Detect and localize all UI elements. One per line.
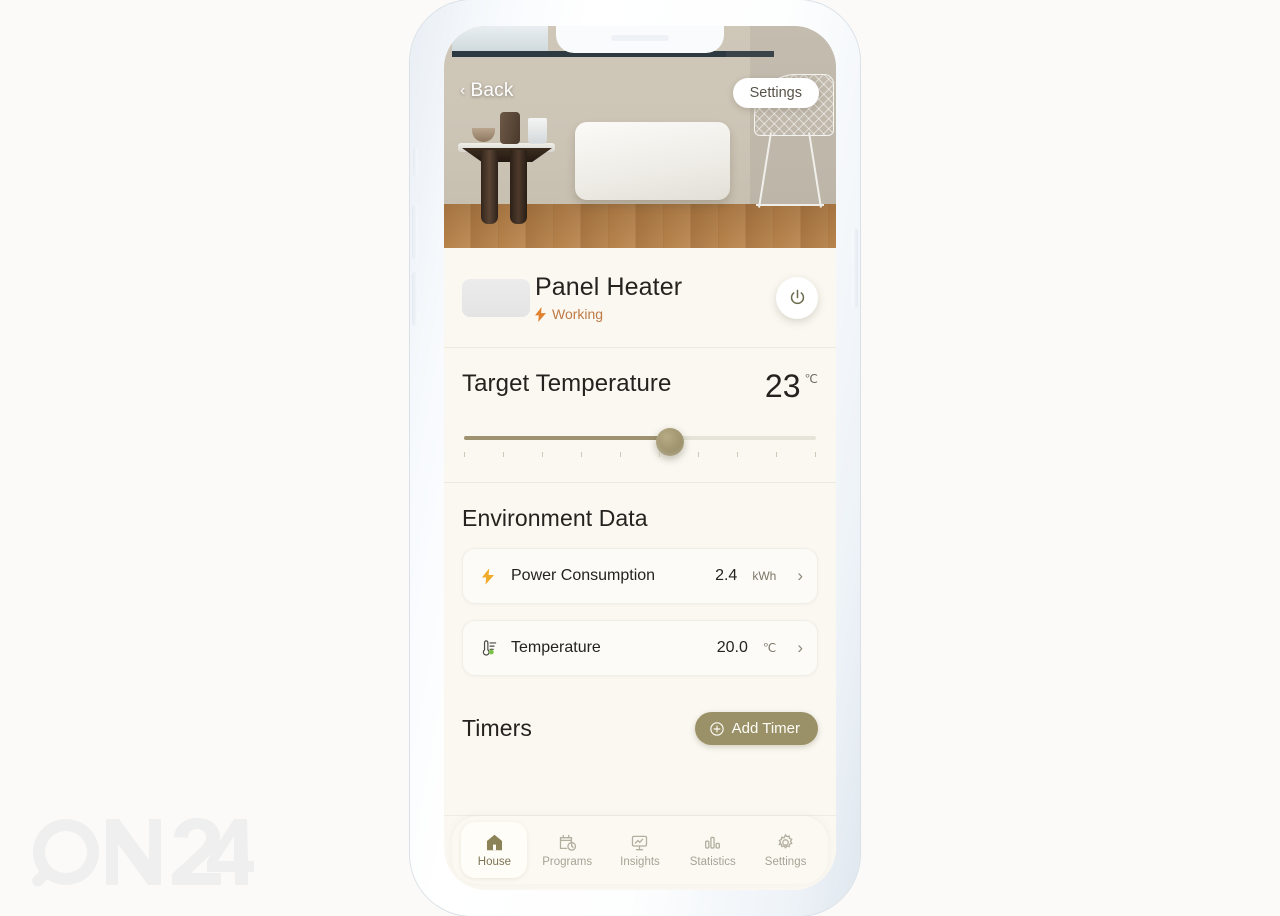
back-button-label: Back [470, 80, 514, 101]
bolt-icon [477, 567, 499, 585]
chair-leg-left [758, 132, 772, 208]
page-title: Panel Heater [535, 273, 683, 301]
room-window [452, 26, 548, 52]
add-timer-button[interactable]: Add Timer [694, 712, 818, 745]
tab-label: House [477, 856, 512, 868]
slider-tick [737, 452, 738, 457]
bottom-tab-bar: House Programs Insights Statistics Setti… [452, 816, 828, 884]
phone-mockup: ‹ Back Settings Panel Heater Working Tar… [410, 0, 860, 916]
slider-tick [542, 452, 543, 457]
tab-insights[interactable]: Insights [607, 822, 673, 878]
volume-down-button[interactable] [412, 272, 418, 326]
bolt-icon [535, 306, 546, 322]
target-temperature-readout: 23 ℃ [765, 370, 818, 402]
env-card-temperature[interactable]: Temperature 20.0 ℃ › [462, 620, 818, 676]
slider-tick [659, 452, 660, 457]
env-card-value: 2.4 [715, 567, 738, 584]
add-timer-label: Add Timer [731, 720, 800, 737]
tab-settings[interactable]: Settings [753, 822, 819, 878]
room-window-frame-right [726, 51, 774, 57]
back-button[interactable]: ‹ Back [460, 80, 514, 102]
tab-label: Programs [542, 856, 593, 868]
decor-vase [500, 112, 520, 144]
slider-tick [581, 452, 582, 457]
slider-tick [464, 452, 465, 457]
chevron-right-icon: › [797, 566, 803, 585]
silent-switch[interactable] [413, 148, 418, 176]
presentation-chart-icon [632, 835, 648, 851]
env-card-label: Temperature [511, 639, 601, 656]
env-card-power-consumption[interactable]: Power Consumption 2.4 kWh › [462, 548, 818, 604]
slider-tick [776, 452, 777, 457]
target-temperature-header: Target Temperature 23 ℃ [462, 370, 818, 402]
chevron-left-icon: ‹ [460, 82, 466, 99]
env-card-value: 20.0 [716, 639, 748, 656]
bar-chart-icon [705, 836, 721, 849]
environment-data-section: Environment Data Power Consumption 2.4 k… [444, 483, 836, 682]
slider-tick [620, 452, 621, 457]
timers-title: Timers [462, 715, 533, 741]
phone-notch [556, 26, 724, 53]
slider-tick [698, 452, 699, 457]
chair-leg-right [808, 132, 822, 208]
panel-heater-product [575, 122, 730, 200]
target-temperature-value: 23 [764, 368, 801, 404]
gear-icon [778, 833, 793, 849]
tab-label: Settings [764, 856, 807, 868]
env-card-unit: kWh [752, 569, 777, 583]
timers-section: Timers Add Timer [444, 682, 836, 745]
tab-programs[interactable]: Programs [534, 822, 600, 878]
status-badge: Working [535, 306, 776, 322]
calendar-clock-icon [559, 834, 576, 851]
phone-screen: ‹ Back Settings Panel Heater Working Tar… [444, 26, 836, 890]
volume-up-button[interactable] [412, 205, 418, 259]
tab-label: Insights [620, 856, 660, 868]
environment-data-title: Environment Data [462, 505, 648, 531]
status-label: Working [552, 306, 604, 322]
side-table-leg-left [481, 150, 498, 224]
side-table-leg-right [510, 150, 527, 224]
chevron-right-icon: › [797, 638, 803, 657]
power-toggle-button[interactable] [776, 276, 818, 319]
product-hero-image: ‹ Back Settings [444, 26, 836, 248]
slider-tick [815, 452, 816, 457]
slider-tick [503, 452, 504, 457]
env-card-unit: ℃ [762, 641, 777, 655]
on24-watermark [32, 818, 254, 887]
device-detail-sheet: Panel Heater Working Target Temperature … [444, 248, 836, 890]
power-side-button[interactable] [852, 228, 858, 308]
home-icon [486, 834, 502, 851]
power-icon [790, 289, 804, 305]
temperature-slider[interactable] [462, 428, 818, 457]
env-card-label: Power Consumption [511, 567, 656, 584]
earpiece-speaker [611, 35, 669, 41]
device-thumbnail [462, 278, 530, 317]
device-header-row: Panel Heater Working [444, 248, 836, 348]
decor-glass [528, 118, 547, 144]
slider-fill [464, 436, 673, 440]
plus-circle-icon [709, 721, 724, 736]
target-temperature-section: Target Temperature 23 ℃ [444, 348, 836, 483]
settings-button[interactable]: Settings [732, 78, 819, 108]
thermometer-icon [477, 639, 499, 658]
slider-ticks [464, 452, 816, 457]
device-meta: Panel Heater Working [535, 273, 776, 322]
settings-button-label: Settings [749, 85, 802, 101]
tab-statistics[interactable]: Statistics [680, 822, 746, 878]
tab-label: Statistics [689, 856, 736, 868]
tab-house[interactable]: House [461, 822, 528, 878]
target-temperature-unit: ℃ [804, 372, 818, 386]
chair-base [756, 204, 824, 206]
target-temperature-label: Target Temperature [462, 370, 672, 397]
